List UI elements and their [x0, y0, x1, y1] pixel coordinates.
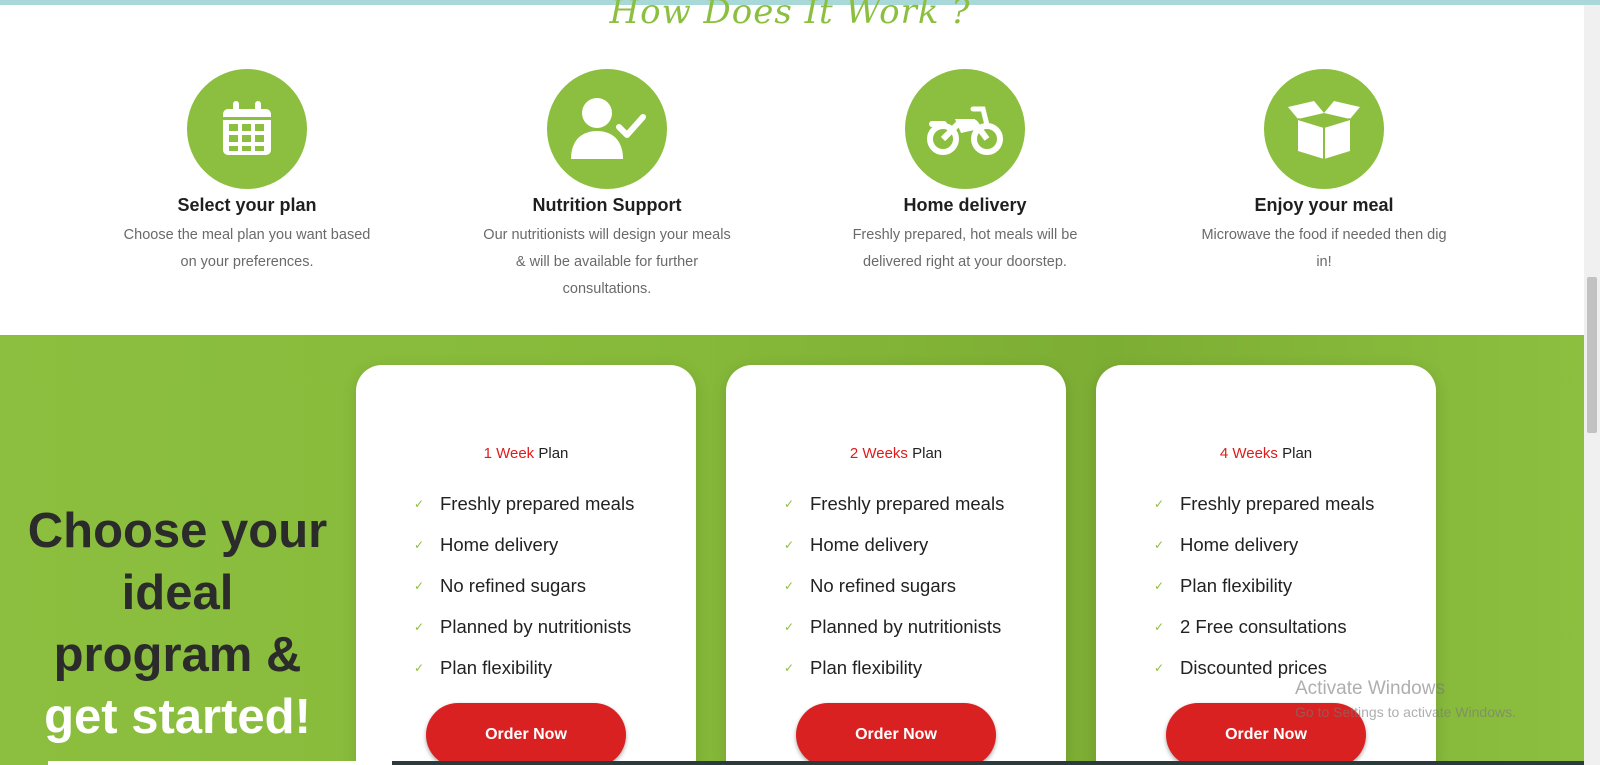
feature-label: Freshly prepared meals	[440, 492, 635, 514]
check-icon: ✓	[1154, 619, 1165, 634]
feature-label: Planned by nutritionists	[810, 615, 1002, 637]
plan-card-1-week: 1 Week Plan ✓ Freshly prepared meals ✓ Hom…	[356, 365, 696, 765]
order-now-button[interactable]: Order Now	[426, 703, 626, 765]
check-icon: ✓	[784, 578, 795, 593]
cta-heading-dark: Choose your ideal program &	[27, 504, 328, 682]
feature-label: 2 Free consultations	[1180, 615, 1347, 637]
feature-item: ✓ Plan flexibility	[414, 647, 634, 688]
feature-label: No refined sugars	[440, 574, 587, 596]
check-icon: ✓	[784, 660, 795, 675]
feature-item: ✓ Planned by nutritionists	[414, 606, 634, 647]
step-nutrition-support: Nutrition Support Our nutritionists will…	[457, 69, 757, 303]
feature-label: Planned by nutritionists	[440, 615, 632, 637]
feature-label: Home delivery	[1180, 533, 1299, 555]
check-icon: ✓	[1154, 537, 1165, 552]
step-enjoy-meal: Enjoy your meal Microwave the food if ne…	[1174, 69, 1474, 276]
plan-title: 4 Weeks Plan	[1096, 445, 1436, 462]
feature-label: Plan flexibility	[810, 656, 923, 678]
plan-suffix: Plan	[1282, 445, 1313, 462]
step-title: Enjoy your meal	[1254, 195, 1394, 215]
step-title: Home delivery	[903, 195, 1027, 215]
check-icon: ✓	[414, 619, 425, 634]
check-icon: ✓	[414, 578, 425, 593]
calendar-icon	[187, 69, 307, 189]
feature-label: Plan flexibility	[440, 656, 553, 678]
step-title: Nutrition Support	[532, 195, 682, 215]
section-title: How Does It Work ?	[609, 0, 971, 32]
check-icon: ✓	[1154, 578, 1165, 593]
taskbar-edge-light	[48, 761, 392, 765]
order-now-button[interactable]: Order Now	[796, 703, 996, 765]
feature-item: ✓ Freshly prepared meals	[1154, 483, 1374, 524]
plan-suffix: Plan	[538, 445, 569, 462]
step-description: Choose the meal plan you want based on y…	[123, 227, 371, 270]
plan-title: 1 Week Plan	[356, 445, 696, 462]
feature-label: Home delivery	[810, 533, 929, 555]
check-icon: ✓	[784, 537, 795, 552]
check-icon: ✓	[784, 619, 795, 634]
step-home-delivery: Home delivery Freshly prepared, hot meal…	[815, 69, 1115, 276]
check-icon: ✓	[1154, 496, 1165, 511]
check-icon: ✓	[414, 660, 425, 675]
user-check-icon	[547, 69, 667, 189]
check-icon: ✓	[1154, 660, 1165, 675]
feature-item: ✓ Freshly prepared meals	[414, 483, 634, 524]
feature-label: Plan flexibility	[1180, 574, 1293, 596]
watermark-subtitle: Go to Settings to activate Windows.	[1295, 704, 1516, 720]
step-select-plan: Select your plan Choose the meal plan yo…	[97, 69, 397, 276]
step-description: Our nutritionists will design your meals…	[483, 227, 731, 297]
motorcycle-icon	[905, 69, 1025, 189]
check-icon: ✓	[414, 537, 425, 552]
plan-duration: 1 Week	[483, 445, 535, 462]
step-title: Select your plan	[177, 195, 317, 215]
scrollbar-thumb[interactable]	[1587, 277, 1597, 433]
feature-item: ✓ Home delivery	[1154, 524, 1374, 565]
feature-label: Freshly prepared meals	[810, 492, 1005, 514]
step-description: Freshly prepared, hot meals will be deli…	[852, 227, 1078, 270]
plan-duration: 4 Weeks	[1219, 445, 1278, 462]
check-icon: ✓	[784, 496, 795, 511]
cta-heading: Choose your ideal program & get started!	[20, 500, 335, 748]
feature-item: ✓ No refined sugars	[784, 565, 1004, 606]
feature-label: Discounted prices	[1180, 656, 1328, 678]
watermark-title: Activate Windows	[1295, 678, 1445, 699]
feature-list: ✓ Freshly prepared meals ✓ Home delivery ✓…	[1154, 483, 1374, 688]
feature-item: ✓ Plan flexibility	[784, 647, 1004, 688]
feature-label: Home delivery	[440, 533, 559, 555]
feature-item: ✓ Plan flexibility	[1154, 565, 1374, 606]
feature-list: ✓ Freshly prepared meals ✓ Home delivery ✓…	[414, 483, 634, 688]
plan-suffix: Plan	[912, 445, 943, 462]
feature-item: ✓ 2 Free consultations	[1154, 606, 1374, 647]
feature-list: ✓ Freshly prepared meals ✓ Home delivery ✓…	[784, 483, 1004, 688]
feature-label: Freshly prepared meals	[1180, 492, 1375, 514]
feature-item: ✓ Home delivery	[414, 524, 634, 565]
feature-item: ✓ Freshly prepared meals	[784, 483, 1004, 524]
cta-heading-light: get started!	[44, 690, 311, 744]
feature-item: ✓ No refined sugars	[414, 565, 634, 606]
vertical-scrollbar[interactable]	[1584, 5, 1600, 765]
check-icon: ✓	[414, 496, 425, 511]
activate-windows-watermark: Activate Windows Go to Settings to activ…	[1295, 678, 1516, 720]
plan-title: 2 Weeks Plan	[726, 445, 1066, 462]
step-description: Microwave the food if needed then dig in…	[1201, 227, 1447, 270]
taskbar-edge-dark	[392, 761, 1584, 765]
plan-card-2-weeks: 2 Weeks Plan ✓ Freshly prepared meals ✓ Ho…	[726, 365, 1066, 765]
open-box-icon	[1264, 69, 1384, 189]
feature-item: ✓ Planned by nutritionists	[784, 606, 1004, 647]
feature-label: No refined sugars	[810, 574, 957, 596]
plan-duration: 2 Weeks	[849, 445, 908, 462]
feature-item: ✓ Home delivery	[784, 524, 1004, 565]
